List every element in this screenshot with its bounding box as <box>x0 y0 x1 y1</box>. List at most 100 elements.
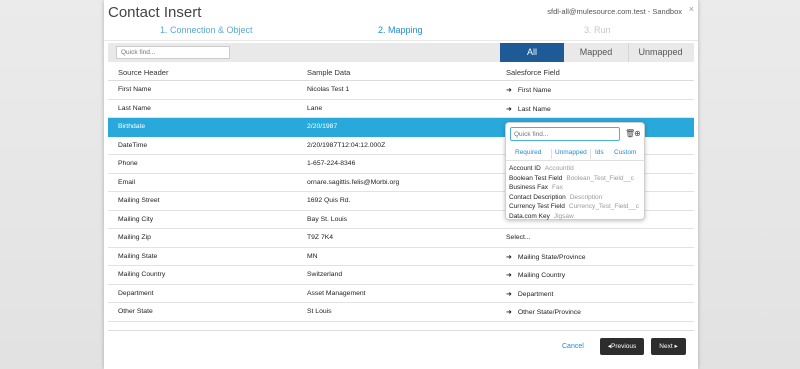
field-option-api: AccountId <box>544 165 574 172</box>
filter-all-button[interactable]: All <box>500 43 564 62</box>
field-picker-popup: 🗑 ⊕ Required Unmapped Ids Custom Account… <box>505 122 645 220</box>
tab-custom[interactable]: Custom <box>614 149 636 159</box>
source-header-cell: Email <box>118 178 135 186</box>
field-option-api: Boolean_Test_Field__c <box>566 174 634 182</box>
table-row[interactable]: Department Asset Management ➜ Department <box>108 285 694 303</box>
close-icon[interactable]: × <box>689 4 694 14</box>
field-option[interactable]: Currency Test Field Currency_Test_Field__… <box>509 202 642 212</box>
filter-unmapped-button[interactable]: Unmapped <box>628 43 692 62</box>
source-header-cell: Phone <box>118 160 138 167</box>
quick-find-input[interactable] <box>116 46 230 59</box>
sample-data-cell: Lane <box>307 104 323 112</box>
dialog-title: Contact Insert <box>108 4 202 21</box>
tab-required[interactable]: Required <box>515 149 541 159</box>
arrow-right-icon: ➜ <box>506 105 512 113</box>
tab-ids[interactable]: Ids <box>595 149 604 159</box>
cancel-link[interactable]: Cancel <box>562 343 584 350</box>
field-label: Other State/Province <box>517 309 581 316</box>
field-option-name: Boolean Test Field <box>509 174 563 182</box>
field-list: Account ID AccountId Boolean Test Field Bo… <box>509 164 642 221</box>
salesforce-field-cell[interactable]: ➜ Last Name <box>506 105 551 113</box>
source-header-cell: First Name <box>118 86 152 93</box>
field-picker-tabs: Required Unmapped Ids Custom <box>506 147 644 161</box>
salesforce-field-cell[interactable]: ➜ Department <box>506 290 553 298</box>
field-label: First Name <box>517 87 552 94</box>
sample-data-cell: ornare.sagittis.felis@Morbi.org <box>307 178 400 186</box>
field-option-name: Account ID <box>509 165 541 172</box>
filter-mapped-button[interactable]: Mapped <box>564 43 628 62</box>
sample-data-cell: St Louis <box>307 308 332 315</box>
tab-unmapped[interactable]: Unmapped <box>551 149 591 159</box>
sample-data-cell: 2/20/1987 <box>307 123 338 130</box>
table-row[interactable]: Mailing State MN ➜ Mailing State/Province <box>108 248 694 266</box>
sample-data-cell: Asset Management <box>307 289 366 297</box>
source-header-cell: Mailing State <box>118 252 158 260</box>
sample-data-cell: 1-657-224-8346 <box>307 160 356 167</box>
mapping-toolbar: All Mapped Unmapped <box>108 43 694 62</box>
footer-divider <box>108 330 694 331</box>
field-option-name: Currency Test Field <box>509 203 565 210</box>
previous-button[interactable]: ◂Previous <box>600 338 644 355</box>
step-mapping[interactable]: 2. Mapping <box>378 25 423 35</box>
field-option[interactable]: Contact Description Description <box>509 193 642 203</box>
arrow-right-icon: ➜ <box>506 272 512 279</box>
sample-data-cell: Bay St. Louis <box>307 215 348 223</box>
arrow-right-icon: ➜ <box>506 309 512 316</box>
field-option-api: Fax <box>552 184 563 191</box>
field-option-api: Currency_Test_Field__c <box>568 203 639 210</box>
table-row[interactable]: Last Name Lane ➜ Last Name <box>108 100 694 118</box>
field-label: Last Name <box>517 105 551 113</box>
table-header: Source Header Sample Data Salesforce Fie… <box>108 62 694 81</box>
step-run: 3. Run <box>584 25 611 35</box>
field-option-name: Business Fax <box>509 184 549 191</box>
field-label: Department <box>517 290 554 298</box>
salesforce-field-cell[interactable]: ➜ First Name <box>506 86 551 94</box>
field-option[interactable]: Boolean Test Field Boolean_Test_Field__c <box>509 174 642 184</box>
next-button[interactable]: Next ▸ <box>651 338 686 355</box>
source-header-cell: Department <box>118 289 154 297</box>
header-salesforce-field: Salesforce Field <box>506 68 560 77</box>
source-header-cell: Other State <box>118 308 153 315</box>
sample-data-cell: 1692 Quis Rd. <box>307 197 351 204</box>
sample-data-cell: Switzerland <box>307 271 343 278</box>
table-row[interactable]: Other State St Louis ➜ Other State/Provin… <box>108 303 694 322</box>
source-header-cell: DateTime <box>118 141 148 149</box>
sample-data-cell: T9Z 7K4 <box>307 234 334 241</box>
source-header-cell: Last Name <box>118 104 151 112</box>
field-option-api: Jigsaw <box>553 212 574 220</box>
sample-data-cell: Nicolas Test 1 <box>307 86 350 93</box>
step-connection[interactable]: 1. Connection & Object <box>160 25 253 35</box>
field-label: Mailing Country <box>517 272 566 279</box>
arrow-right-icon: ➜ <box>506 253 512 261</box>
select-field-dropdown[interactable]: Select... <box>506 234 531 241</box>
field-option-name: Contact Description <box>509 193 566 201</box>
sample-data-cell: 2/20/1987T12:04:12.000Z <box>307 141 386 149</box>
salesforce-field-cell[interactable]: ➜ Mailing State/Province <box>506 253 586 261</box>
field-label: Mailing State/Province <box>517 253 586 261</box>
field-option-api: Description <box>569 193 603 201</box>
steps-divider <box>104 40 698 41</box>
arrow-right-icon: ➜ <box>506 87 512 94</box>
add-circle-icon[interactable]: ⊕ <box>634 129 641 138</box>
table-row[interactable]: First Name Nicolas Test 1 ➜ First Name <box>108 81 694 100</box>
salesforce-field-cell[interactable]: ➜ Other State/Province <box>506 308 581 316</box>
table-row[interactable]: Mailing Zip T9Z 7K4 Select... <box>108 229 694 248</box>
salesforce-field-cell[interactable]: ➜ Mailing Country <box>506 271 565 279</box>
sample-data-cell: MN <box>307 252 318 260</box>
header-sample: Sample Data <box>307 68 351 77</box>
source-header-cell: Mailing Zip <box>118 234 151 241</box>
field-option[interactable]: Business Fax Fax <box>509 183 642 193</box>
header-source: Source Header <box>118 68 169 77</box>
wizard-steps: 1. Connection & Object 2. Mapping 3. Run <box>104 25 698 39</box>
source-header-cell: Birthdate <box>118 123 146 130</box>
account-label: sfdl-all@mulesource.com.test - Sandbox <box>547 7 682 16</box>
source-header-cell: Mailing Street <box>118 197 160 204</box>
source-header-cell: Mailing City <box>118 215 154 223</box>
field-option-name: Data.com Key <box>509 212 550 220</box>
field-option[interactable]: Data.com Key Jigsaw <box>509 212 642 222</box>
source-header-cell: Mailing Country <box>118 271 166 278</box>
arrow-right-icon: ➜ <box>506 290 512 298</box>
table-row[interactable]: Mailing Country Switzerland ➜ Mailing Cou… <box>108 266 694 285</box>
field-picker-search-input[interactable] <box>510 127 620 141</box>
field-option[interactable]: Account ID AccountId <box>509 164 642 174</box>
